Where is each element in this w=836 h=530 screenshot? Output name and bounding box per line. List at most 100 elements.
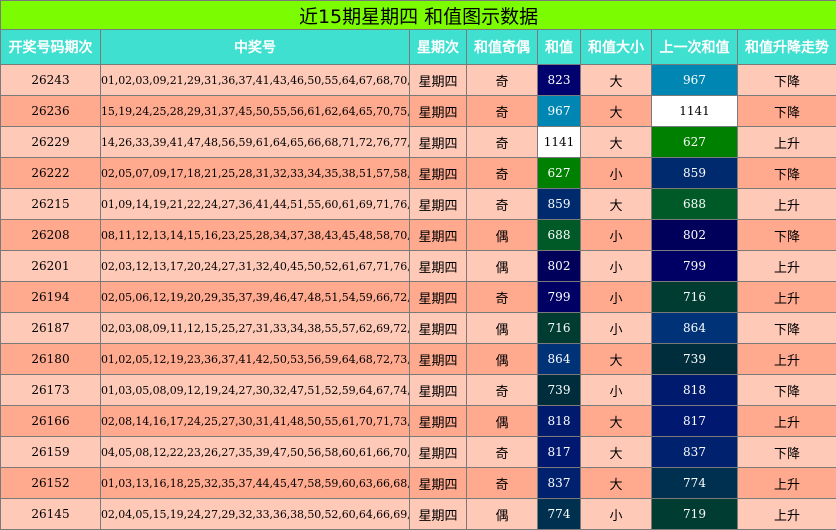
- trend-cell: 下降: [736, 64, 836, 96]
- weekday-cell: 星期四: [409, 343, 467, 375]
- sum-cell: 688: [537, 219, 581, 251]
- weekday-cell: 星期四: [409, 188, 467, 220]
- parity-cell: 奇: [466, 126, 538, 158]
- sum-cell: 837: [537, 467, 581, 499]
- table-row: 26208 08,11,12,13,14,15,16,23,25,28,34,37…: [0, 219, 836, 251]
- prev-sum-cell: 817: [651, 405, 738, 437]
- weekday-cell: 星期四: [409, 250, 467, 282]
- sum-cell: 823: [537, 64, 581, 96]
- sum-data-table: 近15期星期四 和值图示数据 开奖号码期次 中奖号 星期次 和值奇偶 和值 和值…: [0, 0, 836, 530]
- trend-cell: 下降: [736, 312, 836, 344]
- numbers-cell: 02,05,06,12,19,20,29,35,37,39,46,47,48,5…: [100, 281, 410, 313]
- table-row: 26145 02,04,05,15,19,24,27,29,32,33,36,38…: [0, 498, 836, 530]
- weekday-cell: 星期四: [409, 95, 467, 127]
- weekday-cell: 星期四: [409, 157, 467, 189]
- parity-cell: 偶: [466, 405, 538, 437]
- table-row: 26187 02,03,08,09,11,12,15,25,27,31,33,34…: [0, 312, 836, 344]
- header-parity: 和值奇偶: [466, 29, 538, 65]
- trend-cell: 上升: [736, 343, 836, 375]
- weekday-cell: 星期四: [409, 467, 467, 499]
- header-period: 开奖号码期次: [0, 29, 101, 65]
- size-cell: 大: [580, 436, 652, 468]
- prev-sum-cell: 859: [651, 157, 738, 189]
- trend-cell: 上升: [736, 250, 836, 282]
- period-cell: 26222: [0, 157, 101, 189]
- prev-sum-cell: 818: [651, 374, 738, 406]
- trend-cell: 上升: [736, 188, 836, 220]
- period-cell: 26243: [0, 64, 101, 96]
- table-body: 26243 01,02,03,09,21,29,31,36,37,41,43,46…: [0, 64, 836, 530]
- header-row: 开奖号码期次 中奖号 星期次 和值奇偶 和值 和值大小 上一次和值 和值升降走势: [0, 29, 836, 65]
- parity-cell: 奇: [466, 188, 538, 220]
- numbers-cell: 14,26,33,39,41,47,48,56,59,61,64,65,66,6…: [100, 126, 410, 158]
- trend-cell: 上升: [736, 405, 836, 437]
- weekday-cell: 星期四: [409, 374, 467, 406]
- size-cell: 小: [580, 250, 652, 282]
- period-cell: 26180: [0, 343, 101, 375]
- table-row: 26152 01,03,13,16,18,25,32,35,37,44,45,47…: [0, 467, 836, 499]
- prev-sum-cell: 716: [651, 281, 738, 313]
- table-row: 26194 02,05,06,12,19,20,29,35,37,39,46,47…: [0, 281, 836, 313]
- size-cell: 小: [580, 312, 652, 344]
- numbers-cell: 02,05,07,09,17,18,21,25,28,31,32,33,34,3…: [100, 157, 410, 189]
- prev-sum-cell: 688: [651, 188, 738, 220]
- weekday-cell: 星期四: [409, 436, 467, 468]
- sum-cell: 627: [537, 157, 581, 189]
- size-cell: 小: [580, 498, 652, 530]
- table-row: 26166 02,08,14,16,17,24,25,27,30,31,41,48…: [0, 405, 836, 437]
- parity-cell: 奇: [466, 157, 538, 189]
- sum-cell: 799: [537, 281, 581, 313]
- table-row: 26243 01,02,03,09,21,29,31,36,37,41,43,46…: [0, 64, 836, 96]
- size-cell: 大: [580, 188, 652, 220]
- weekday-cell: 星期四: [409, 219, 467, 251]
- period-cell: 26145: [0, 498, 101, 530]
- prev-sum-cell: 967: [651, 64, 738, 96]
- weekday-cell: 星期四: [409, 64, 467, 96]
- header-trend: 和值升降走势: [736, 29, 836, 65]
- header-size: 和值大小: [580, 29, 652, 65]
- sum-cell: 817: [537, 436, 581, 468]
- numbers-cell: 15,19,24,25,28,29,31,37,45,50,55,56,61,6…: [100, 95, 410, 127]
- numbers-cell: 02,08,14,16,17,24,25,27,30,31,41,48,50,5…: [100, 405, 410, 437]
- prev-sum-cell: 802: [651, 219, 738, 251]
- table-title: 近15期星期四 和值图示数据: [0, 0, 836, 30]
- weekday-cell: 星期四: [409, 312, 467, 344]
- table-row: 26173 01,03,05,08,09,12,19,24,27,30,32,47…: [0, 374, 836, 406]
- parity-cell: 奇: [466, 436, 538, 468]
- period-cell: 26236: [0, 95, 101, 127]
- table-row: 26201 02,03,12,13,17,20,24,27,31,32,40,45…: [0, 250, 836, 282]
- weekday-cell: 星期四: [409, 126, 467, 158]
- parity-cell: 偶: [466, 219, 538, 251]
- numbers-cell: 01,03,05,08,09,12,19,24,27,30,32,47,51,5…: [100, 374, 410, 406]
- size-cell: 小: [580, 157, 652, 189]
- sum-cell: 802: [537, 250, 581, 282]
- sum-cell: 967: [537, 95, 581, 127]
- numbers-cell: 08,11,12,13,14,15,16,23,25,28,34,37,38,4…: [100, 219, 410, 251]
- period-cell: 26159: [0, 436, 101, 468]
- header-sum: 和值: [537, 29, 581, 65]
- parity-cell: 奇: [466, 467, 538, 499]
- size-cell: 小: [580, 281, 652, 313]
- parity-cell: 偶: [466, 498, 538, 530]
- table-row: 26159 04,05,08,12,22,23,26,27,35,39,47,50…: [0, 436, 836, 468]
- size-cell: 小: [580, 219, 652, 251]
- numbers-cell: 01,02,05,12,19,23,36,37,41,42,50,53,56,5…: [100, 343, 410, 375]
- size-cell: 大: [580, 64, 652, 96]
- prev-sum-cell: 1141: [651, 95, 738, 127]
- parity-cell: 奇: [466, 374, 538, 406]
- size-cell: 大: [580, 126, 652, 158]
- period-cell: 26173: [0, 374, 101, 406]
- size-cell: 大: [580, 343, 652, 375]
- table-row: 26180 01,02,05,12,19,23,36,37,41,42,50,53…: [0, 343, 836, 375]
- sum-cell: 739: [537, 374, 581, 406]
- trend-cell: 下降: [736, 157, 836, 189]
- prev-sum-cell: 799: [651, 250, 738, 282]
- parity-cell: 奇: [466, 95, 538, 127]
- trend-cell: 上升: [736, 467, 836, 499]
- prev-sum-cell: 627: [651, 126, 738, 158]
- weekday-cell: 星期四: [409, 405, 467, 437]
- table-row: 26229 14,26,33,39,41,47,48,56,59,61,64,65…: [0, 126, 836, 158]
- weekday-cell: 星期四: [409, 281, 467, 313]
- numbers-cell: 01,09,14,19,21,22,24,27,36,41,44,51,55,6…: [100, 188, 410, 220]
- size-cell: 大: [580, 467, 652, 499]
